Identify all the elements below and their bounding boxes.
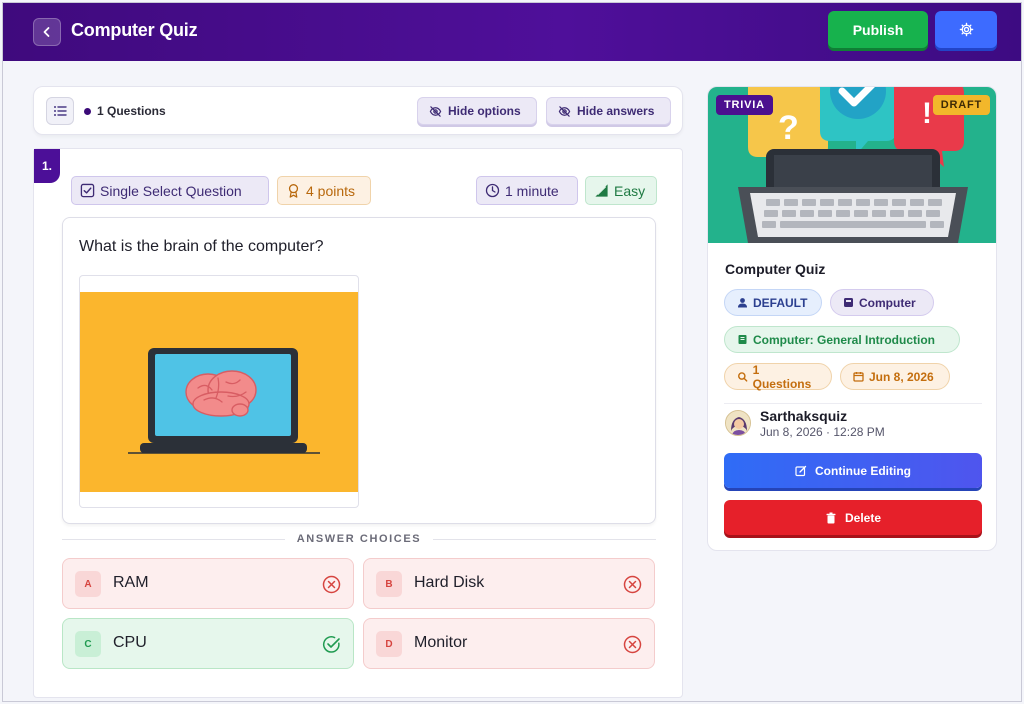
time-tag: 1 minute [476, 176, 578, 205]
question-type-tag: Single Select Question [71, 176, 269, 205]
points-tag: 4 points [277, 176, 371, 205]
time-label: 1 minute [505, 182, 559, 199]
answer-choice-d[interactable]: D Monitor [363, 618, 655, 669]
answer-choice-b[interactable]: B Hard Disk [363, 558, 655, 609]
answer-choices-heading: ANSWER CHOICES [62, 533, 656, 545]
question-card: 1. Single Select Question 4 points 1 min… [33, 148, 683, 698]
difficulty-icon [595, 184, 608, 197]
eye-off-icon [558, 105, 571, 117]
folder-icon [844, 298, 853, 307]
x-circle-icon [623, 575, 642, 594]
hide-answers-button[interactable]: Hide answers [546, 97, 671, 125]
top-bar: Computer Quiz Publish [3, 3, 1021, 61]
check-circle-icon [322, 636, 340, 653]
choice-letter: B [376, 571, 402, 597]
question-number: 1. [34, 149, 60, 183]
hide-options-label: Hide options [448, 104, 521, 118]
hide-options-button[interactable]: Hide options [417, 97, 537, 125]
x-circle-icon [623, 635, 642, 654]
laptop-brain-illustration [80, 292, 358, 492]
question-list-button[interactable] [46, 97, 74, 125]
checkbox-icon [80, 183, 95, 198]
question-type-label: Single Select Question [100, 182, 242, 199]
choice-text: Hard Disk [414, 574, 485, 591]
answer-choice-c[interactable]: C CPU [62, 618, 354, 669]
hide-answers-label: Hide answers [577, 104, 655, 118]
delete-button[interactable]: Delete [724, 500, 982, 535]
gear-icon [959, 22, 973, 37]
topic-chip-label: Computer: General Introduction [753, 332, 936, 347]
list-icon [54, 106, 67, 116]
status-dot [84, 107, 91, 115]
exclamation-glyph: ! [922, 97, 932, 130]
author-timestamp: Jun 8, 2026 · 12:28 PM [760, 425, 885, 439]
choice-letter: C [75, 631, 101, 657]
question-count-label: 1 Questions [97, 104, 166, 118]
clock-icon [485, 183, 500, 198]
topic-chip: Computer: General Introduction [724, 326, 960, 353]
edit-icon [795, 465, 807, 476]
difficulty-label: Easy [614, 182, 646, 199]
question-count-chip: 1 Questions [724, 362, 832, 391]
question-text: What is the brain of the computer? [79, 238, 324, 255]
search-icon [738, 372, 748, 382]
choice-letter: A [75, 571, 101, 597]
answer-choices-label: ANSWER CHOICES [296, 533, 422, 545]
back-button[interactable] [33, 18, 61, 46]
quiz-summary-card: ? ! TRIVIA DRAFT Computer Quiz DEFAULT C… [707, 86, 997, 551]
difficulty-tag: Easy [585, 176, 657, 205]
trivia-badge: TRIVIA [716, 95, 773, 115]
quiz-cover-image: ? ! TRIVIA DRAFT [708, 87, 996, 243]
choice-text: RAM [113, 574, 149, 591]
question-mark-glyph: ? [778, 109, 799, 147]
avatar[interactable] [725, 410, 751, 436]
category-chip-label: Computer [859, 295, 916, 310]
author-name: Sarthaksquiz [760, 408, 848, 424]
draft-badge: DRAFT [932, 95, 990, 115]
user-badge-icon [738, 298, 747, 308]
page-title: Computer Quiz [71, 20, 198, 40]
settings-button[interactable] [935, 11, 997, 48]
eye-off-icon [429, 105, 442, 117]
question-toolbar: 1 Questions Hide options Hide answers [33, 86, 683, 135]
user-avatar-icon [726, 411, 750, 435]
default-chip-label: DEFAULT [753, 295, 808, 310]
award-icon [288, 184, 299, 198]
book-icon [738, 335, 747, 344]
question-image [79, 275, 359, 508]
app-window: Computer Quiz Publish 1 Questions Hide o… [2, 2, 1022, 702]
publish-button[interactable]: Publish [828, 11, 928, 48]
choice-letter: D [376, 631, 402, 657]
continue-editing-button[interactable]: Continue Editing [724, 453, 982, 488]
divider [724, 403, 982, 404]
question-count: 1 Questions [84, 104, 166, 118]
quiz-card-title: Computer Quiz [725, 261, 826, 277]
date-chip: Jun 8, 2026 [840, 363, 950, 390]
trash-icon [826, 512, 836, 523]
date-chip-label: Jun 8, 2026 [869, 369, 934, 384]
question-count-chip-label: 1 Questions [752, 362, 812, 391]
calendar-icon [853, 372, 864, 382]
category-chip: Computer [830, 289, 934, 316]
points-label: 4 points [306, 182, 356, 199]
x-circle-icon [322, 575, 341, 594]
question-box: What is the brain of the computer? [62, 217, 656, 524]
chevron-left-icon [43, 27, 50, 37]
default-chip: DEFAULT [724, 289, 822, 316]
choice-text: Monitor [414, 634, 468, 651]
delete-label: Delete [844, 510, 882, 525]
continue-editing-label: Continue Editing [815, 463, 911, 478]
choice-text: CPU [113, 634, 147, 651]
answer-choice-a[interactable]: A RAM [62, 558, 354, 609]
